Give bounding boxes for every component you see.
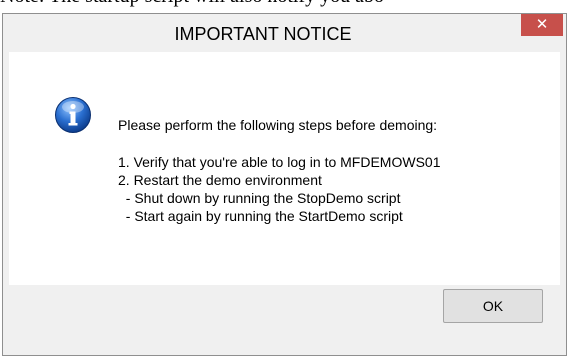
info-icon <box>54 96 92 134</box>
message-step: - Start again by running the StartDemo s… <box>118 208 403 224</box>
dialog-titlebar[interactable]: IMPORTANT NOTICE ✕ <box>3 14 566 54</box>
dialog-message: Please perform the following steps befor… <box>118 116 558 225</box>
dialog-title: IMPORTANT NOTICE <box>174 24 352 44</box>
message-step: 2. Restart the demo environment <box>118 172 322 188</box>
close-icon: ✕ <box>535 15 549 33</box>
message-step: 1. Verify that you're able to log in to … <box>118 154 441 170</box>
dialog-footer: OK <box>9 285 560 350</box>
dialog-content: Please perform the following steps befor… <box>9 52 560 285</box>
notice-dialog: IMPORTANT NOTICE ✕ Please perform the fo… <box>2 13 567 356</box>
message-step: - Shut down by running the StopDemo scri… <box>118 190 401 206</box>
message-intro: Please perform the following steps befor… <box>118 117 438 133</box>
ok-button[interactable]: OK <box>443 289 543 323</box>
close-button[interactable]: ✕ <box>521 14 563 36</box>
background-document-text: Note: The startup script will also notif… <box>0 0 572 11</box>
